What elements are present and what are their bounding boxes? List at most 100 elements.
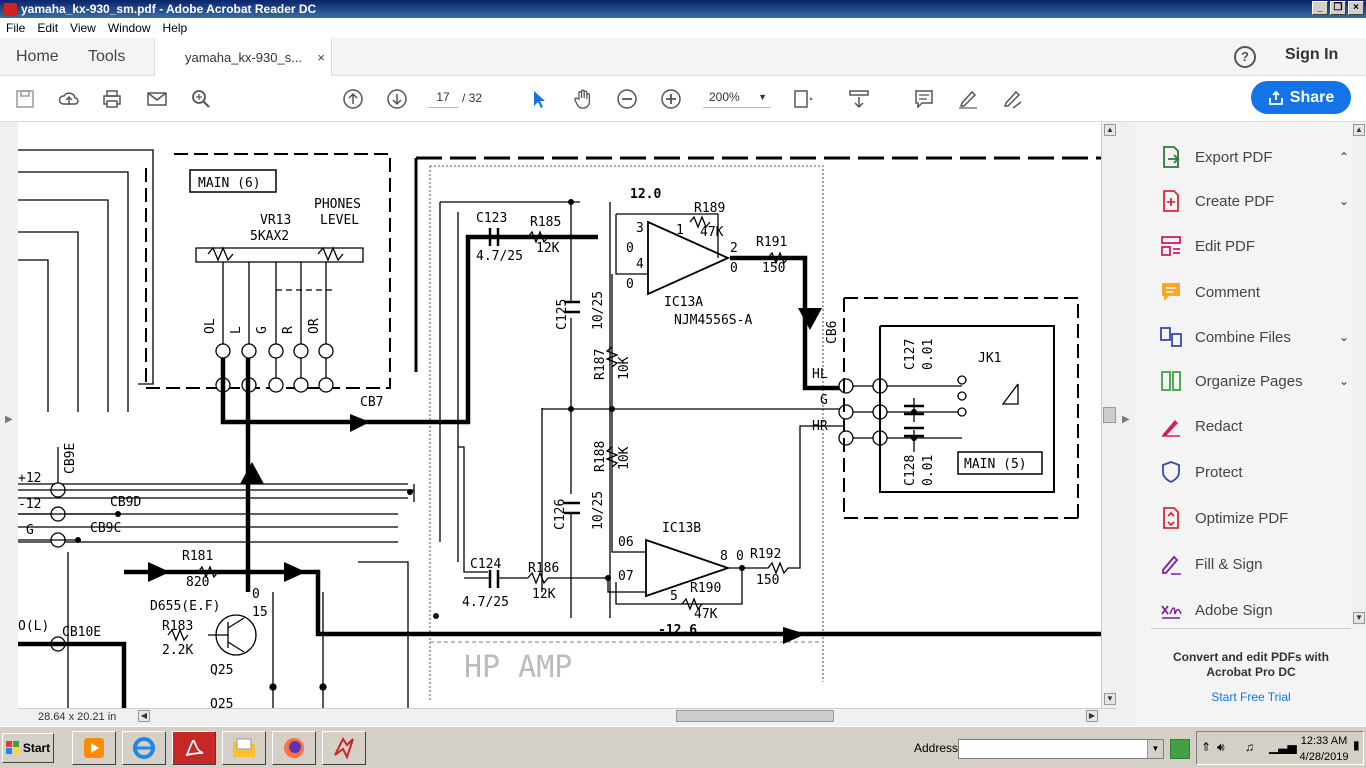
- minimize-button[interactable]: _: [1312, 1, 1328, 15]
- start-label: Start: [22, 741, 51, 755]
- close-window-button[interactable]: ×: [1348, 1, 1364, 15]
- next-page-icon[interactable]: [386, 88, 408, 110]
- chevron-down-icon[interactable]: ▼: [1147, 740, 1163, 758]
- page-number-input[interactable]: 17: [428, 86, 458, 108]
- scroll-up-arrow[interactable]: ▲: [1353, 124, 1365, 136]
- upload-cloud-icon[interactable]: [58, 88, 80, 110]
- adobe-sign-icon: [1161, 605, 1182, 619]
- restore-button[interactable]: ❐: [1330, 1, 1346, 15]
- tool-protect[interactable]: Protect: [1159, 457, 1355, 487]
- optimize-pdf-icon: [1163, 507, 1179, 529]
- file-explorer-icon[interactable]: [222, 731, 266, 765]
- tab-tools[interactable]: Tools: [88, 38, 125, 76]
- label-d655: D655(E.F): [150, 599, 220, 614]
- tool-redact[interactable]: Redact: [1159, 411, 1355, 441]
- speaker-icon[interactable]: 🔊︎: [1217, 740, 1225, 755]
- scroll-mode-icon[interactable]: [848, 88, 870, 110]
- volume-icon[interactable]: ♫: [1245, 740, 1254, 754]
- media-player-icon[interactable]: [72, 731, 116, 765]
- tools-pane-scrollbar[interactable]: ▲ ▼: [1352, 122, 1366, 626]
- zoom-select[interactable]: 200% ▼: [703, 86, 771, 108]
- label-r181: R181: [182, 549, 213, 564]
- label-c124-value: 4.7/25: [462, 595, 509, 610]
- tool-fill-sign[interactable]: Fill & Sign: [1159, 549, 1355, 579]
- left-panel-toggle[interactable]: ▶: [0, 122, 18, 726]
- menu-edit[interactable]: Edit: [37, 21, 58, 35]
- chevron-down-icon[interactable]: ⌄: [1339, 330, 1349, 344]
- label-r188-value: 10K: [617, 446, 632, 470]
- email-icon[interactable]: [146, 88, 168, 110]
- start-button[interactable]: Start: [2, 733, 54, 763]
- pin-3: 3: [636, 221, 644, 236]
- sign-in-link[interactable]: Sign In: [1285, 46, 1338, 64]
- tool-adobe-sign[interactable]: Adobe Sign: [1159, 595, 1355, 625]
- hand-tool-icon[interactable]: [572, 88, 594, 110]
- comment-icon: [1162, 283, 1180, 301]
- right-panel-toggle[interactable]: ▶: [1117, 122, 1135, 726]
- zoom-out-icon[interactable]: [616, 88, 638, 110]
- save-icon[interactable]: [14, 88, 36, 110]
- chevron-down-icon[interactable]: ⌄: [1339, 194, 1349, 208]
- internet-explorer-icon[interactable]: [122, 731, 166, 765]
- free-trial-link[interactable]: Start Free Trial: [1151, 690, 1351, 704]
- go-button[interactable]: [1170, 739, 1190, 759]
- label-hp-amp: HP AMP: [464, 650, 572, 685]
- vertical-scroll-thumb[interactable]: [1103, 407, 1116, 423]
- horizontal-scrollbar[interactable]: ◀ ▶: [138, 708, 1100, 724]
- window-title: yamaha_kx-930_sm.pdf - Adobe Acrobat Rea…: [21, 2, 317, 16]
- search-icon[interactable]: [190, 88, 212, 110]
- label-c127: C127: [903, 339, 918, 370]
- app-logo-icon[interactable]: [322, 731, 366, 765]
- tool-organize-pages[interactable]: Organize Pages ⌄: [1159, 366, 1355, 396]
- label-r188: R188: [593, 441, 608, 472]
- pin-0c: 0: [730, 261, 738, 276]
- scroll-down-arrow[interactable]: ▼: [1104, 693, 1116, 705]
- vertical-scrollbar[interactable]: ▲ ▼: [1101, 122, 1117, 708]
- print-icon[interactable]: [101, 88, 123, 110]
- sign-pen-icon[interactable]: [1001, 88, 1023, 110]
- pin-15: 15: [252, 605, 268, 620]
- pdf-page[interactable]: MAIN (6) PHONES LEVEL VR13 5KAX2 OL L G …: [18, 122, 1101, 708]
- menu-window[interactable]: Window: [108, 21, 151, 35]
- acrobat-reader-icon[interactable]: [172, 731, 216, 765]
- label-njm: NJM4556S-A: [674, 313, 752, 328]
- scroll-right-arrow[interactable]: ▶: [1086, 710, 1098, 722]
- network-signal-icon[interactable]: ▁▃▅: [1269, 740, 1297, 754]
- share-button[interactable]: Share: [1251, 81, 1351, 114]
- tab-document[interactable]: yamaha_kx-930_s... ×: [154, 38, 332, 77]
- chevron-up-icon[interactable]: ⌃: [1339, 150, 1349, 164]
- horizontal-scroll-thumb[interactable]: [676, 710, 834, 722]
- select-cursor-icon[interactable]: [528, 88, 550, 110]
- scroll-down-arrow[interactable]: ▼: [1353, 612, 1365, 624]
- chevron-down-icon[interactable]: ⌄: [1339, 374, 1349, 388]
- pin-l: L: [229, 326, 244, 334]
- tool-comment[interactable]: Comment: [1159, 277, 1355, 307]
- zoom-in-icon[interactable]: [660, 88, 682, 110]
- label-r186: R186: [528, 561, 559, 576]
- scroll-left-arrow[interactable]: ◀: [138, 710, 150, 722]
- tool-edit-pdf[interactable]: Edit PDF: [1159, 231, 1355, 261]
- tool-create-pdf[interactable]: Create PDF ⌄: [1159, 186, 1355, 216]
- windows-logo-icon: [5, 741, 19, 754]
- firefox-icon[interactable]: [272, 731, 316, 765]
- tool-optimize-pdf[interactable]: Optimize PDF: [1159, 503, 1355, 533]
- tool-export-pdf[interactable]: Export PDF ⌃: [1159, 142, 1355, 172]
- chevron-up-icon[interactable]: ⇑: [1201, 740, 1211, 754]
- tab-home[interactable]: Home: [16, 38, 59, 76]
- menu-help[interactable]: Help: [163, 21, 188, 35]
- help-icon[interactable]: ?: [1234, 46, 1256, 68]
- previous-page-icon[interactable]: [342, 88, 364, 110]
- comment-icon[interactable]: [913, 88, 935, 110]
- clock-time[interactable]: 12:33 AM: [1294, 735, 1354, 747]
- page-fit-icon[interactable]: [792, 88, 814, 110]
- highlight-pen-icon[interactable]: [957, 88, 979, 110]
- address-input[interactable]: ▼: [958, 739, 1164, 759]
- pin-g: G: [255, 326, 270, 334]
- label-main6: MAIN (6): [198, 176, 261, 191]
- clock-date[interactable]: 4/28/2019: [1294, 751, 1354, 763]
- menu-file[interactable]: File: [6, 21, 25, 35]
- tool-combine-files[interactable]: Combine Files ⌄: [1159, 322, 1355, 352]
- menu-view[interactable]: View: [70, 21, 96, 35]
- close-tab-icon[interactable]: ×: [317, 50, 325, 65]
- scroll-up-arrow[interactable]: ▲: [1104, 124, 1116, 136]
